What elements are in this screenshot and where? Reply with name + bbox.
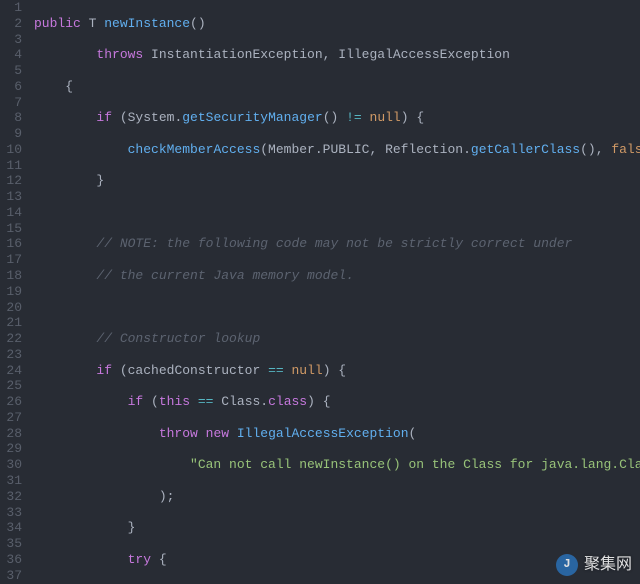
code-line: } xyxy=(34,520,640,536)
line-number: 30 xyxy=(4,457,22,473)
code-line: public T newInstance() xyxy=(34,16,640,32)
line-number: 16 xyxy=(4,236,22,252)
line-number: 15 xyxy=(4,221,22,237)
line-number: 24 xyxy=(4,363,22,379)
code-line: throw new IllegalAccessException( xyxy=(34,426,640,442)
line-number: 37 xyxy=(4,568,22,584)
code-line: try { xyxy=(34,552,640,568)
line-number: 34 xyxy=(4,520,22,536)
line-number: 33 xyxy=(4,505,22,521)
line-number: 19 xyxy=(4,284,22,300)
line-number: 1 xyxy=(4,0,22,16)
line-number: 11 xyxy=(4,158,22,174)
code-editor: 1234567891011121314151617181920212223242… xyxy=(0,0,640,584)
code-area[interactable]: public T newInstance() throws Instantiat… xyxy=(34,0,640,584)
line-number: 22 xyxy=(4,331,22,347)
line-number: 9 xyxy=(4,126,22,142)
line-number: 4 xyxy=(4,47,22,63)
line-number: 26 xyxy=(4,394,22,410)
line-number: 6 xyxy=(4,79,22,95)
line-number: 12 xyxy=(4,173,22,189)
line-number: 23 xyxy=(4,347,22,363)
line-number: 28 xyxy=(4,426,22,442)
code-line: if (cachedConstructor == null) { xyxy=(34,363,640,379)
line-number: 32 xyxy=(4,489,22,505)
code-line: if (this == Class.class) { xyxy=(34,394,640,410)
code-line: "Can not call newInstance() on the Class… xyxy=(34,457,640,473)
line-number: 25 xyxy=(4,378,22,394)
line-number: 35 xyxy=(4,536,22,552)
code-line: // NOTE: the following code may not be s… xyxy=(34,236,640,252)
line-number-gutter: 1234567891011121314151617181920212223242… xyxy=(0,0,34,584)
line-number: 27 xyxy=(4,410,22,426)
code-line xyxy=(34,300,640,316)
line-number: 36 xyxy=(4,552,22,568)
watermark-icon: J xyxy=(556,554,578,576)
line-number: 5 xyxy=(4,63,22,79)
line-number: 21 xyxy=(4,315,22,331)
code-line: if (System.getSecurityManager() != null)… xyxy=(34,110,640,126)
line-number: 7 xyxy=(4,95,22,111)
code-line: } xyxy=(34,173,640,189)
line-number: 14 xyxy=(4,205,22,221)
code-line: checkMemberAccess(Member.PUBLIC, Reflect… xyxy=(34,142,640,158)
code-line xyxy=(34,205,640,221)
line-number: 31 xyxy=(4,473,22,489)
code-line: ); xyxy=(34,489,640,505)
line-number: 17 xyxy=(4,252,22,268)
watermark-text: 聚集网 xyxy=(584,557,632,573)
line-number: 10 xyxy=(4,142,22,158)
line-number: 8 xyxy=(4,110,22,126)
code-line: { xyxy=(34,79,640,95)
code-line: // the current Java memory model. xyxy=(34,268,640,284)
code-line: throws InstantiationException, IllegalAc… xyxy=(34,47,640,63)
line-number: 18 xyxy=(4,268,22,284)
line-number: 13 xyxy=(4,189,22,205)
watermark: J 聚集网 xyxy=(556,554,632,576)
line-number: 20 xyxy=(4,300,22,316)
line-number: 2 xyxy=(4,16,22,32)
line-number: 29 xyxy=(4,441,22,457)
code-line: // Constructor lookup xyxy=(34,331,640,347)
line-number: 3 xyxy=(4,32,22,48)
